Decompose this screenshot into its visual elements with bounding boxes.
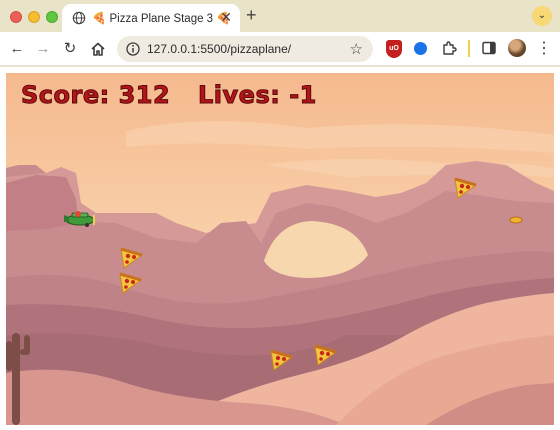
pizza-slice-sprite xyxy=(454,177,478,199)
site-info-icon[interactable] xyxy=(125,41,141,57)
player-plane-sprite xyxy=(64,211,95,227)
toolbar-divider xyxy=(468,40,470,57)
close-window-button[interactable] xyxy=(10,11,22,23)
pizza-slice-sprite xyxy=(119,272,143,294)
ublock-extension-icon[interactable]: uO xyxy=(386,40,402,58)
profile-avatar[interactable] xyxy=(508,39,526,57)
desert-background xyxy=(6,73,554,425)
page-viewport: Score: 312 Lives: -1 xyxy=(0,67,560,430)
lives-label: Lives: xyxy=(197,81,281,110)
close-tab-icon[interactable]: ✕ xyxy=(220,10,232,24)
score-label: Score: xyxy=(21,81,110,110)
lives-value: -1 xyxy=(289,81,317,110)
lives-display: Lives: -1 xyxy=(197,81,317,110)
minimize-window-button[interactable] xyxy=(28,11,40,23)
reload-icon[interactable]: ↻ xyxy=(61,40,79,58)
browser-tab-active[interactable]: 🍕 Pizza Plane Stage 3 🍕 ✕ xyxy=(62,4,240,32)
new-tab-button[interactable]: + xyxy=(246,5,257,25)
extension-dot-icon[interactable] xyxy=(414,42,427,55)
maximize-window-button[interactable] xyxy=(46,11,58,23)
side-panel-icon[interactable] xyxy=(481,40,497,56)
back-arrow-icon[interactable]: ← xyxy=(8,40,26,58)
url-text[interactable]: 127.0.0.1:5500/pizzaplane/ xyxy=(147,42,291,56)
browser-toolbar: ← → ↻ 127.0.0.1:5500/pizzaplane/ ☆ xyxy=(0,32,560,66)
forward-arrow-icon[interactable]: → xyxy=(34,40,52,58)
pizza-slice-sprite xyxy=(120,247,144,269)
address-bar[interactable]: 127.0.0.1:5500/pizzaplane/ ☆ xyxy=(117,36,373,62)
projectile-sprite xyxy=(509,216,523,224)
tab-title: 🍕 Pizza Plane Stage 3 🍕 xyxy=(92,13,231,25)
pizza-slice-sprite xyxy=(270,349,294,371)
score-value: 312 xyxy=(118,81,171,110)
home-icon[interactable] xyxy=(89,40,107,58)
bookmark-star-icon[interactable]: ☆ xyxy=(350,40,363,58)
globe-icon xyxy=(72,11,86,25)
pizza-slice-sprite xyxy=(314,344,338,366)
game-canvas[interactable]: Score: 312 Lives: -1 xyxy=(6,73,554,425)
score-display: Score: 312 xyxy=(21,81,171,110)
extensions-puzzle-icon[interactable] xyxy=(441,40,457,56)
tab-search-button[interactable]: ⌄ xyxy=(532,6,552,26)
more-menu-icon[interactable]: ⋮ xyxy=(536,38,552,58)
browser-titlebar: 🍕 Pizza Plane Stage 3 🍕 ✕ + ⌄ xyxy=(0,0,560,32)
